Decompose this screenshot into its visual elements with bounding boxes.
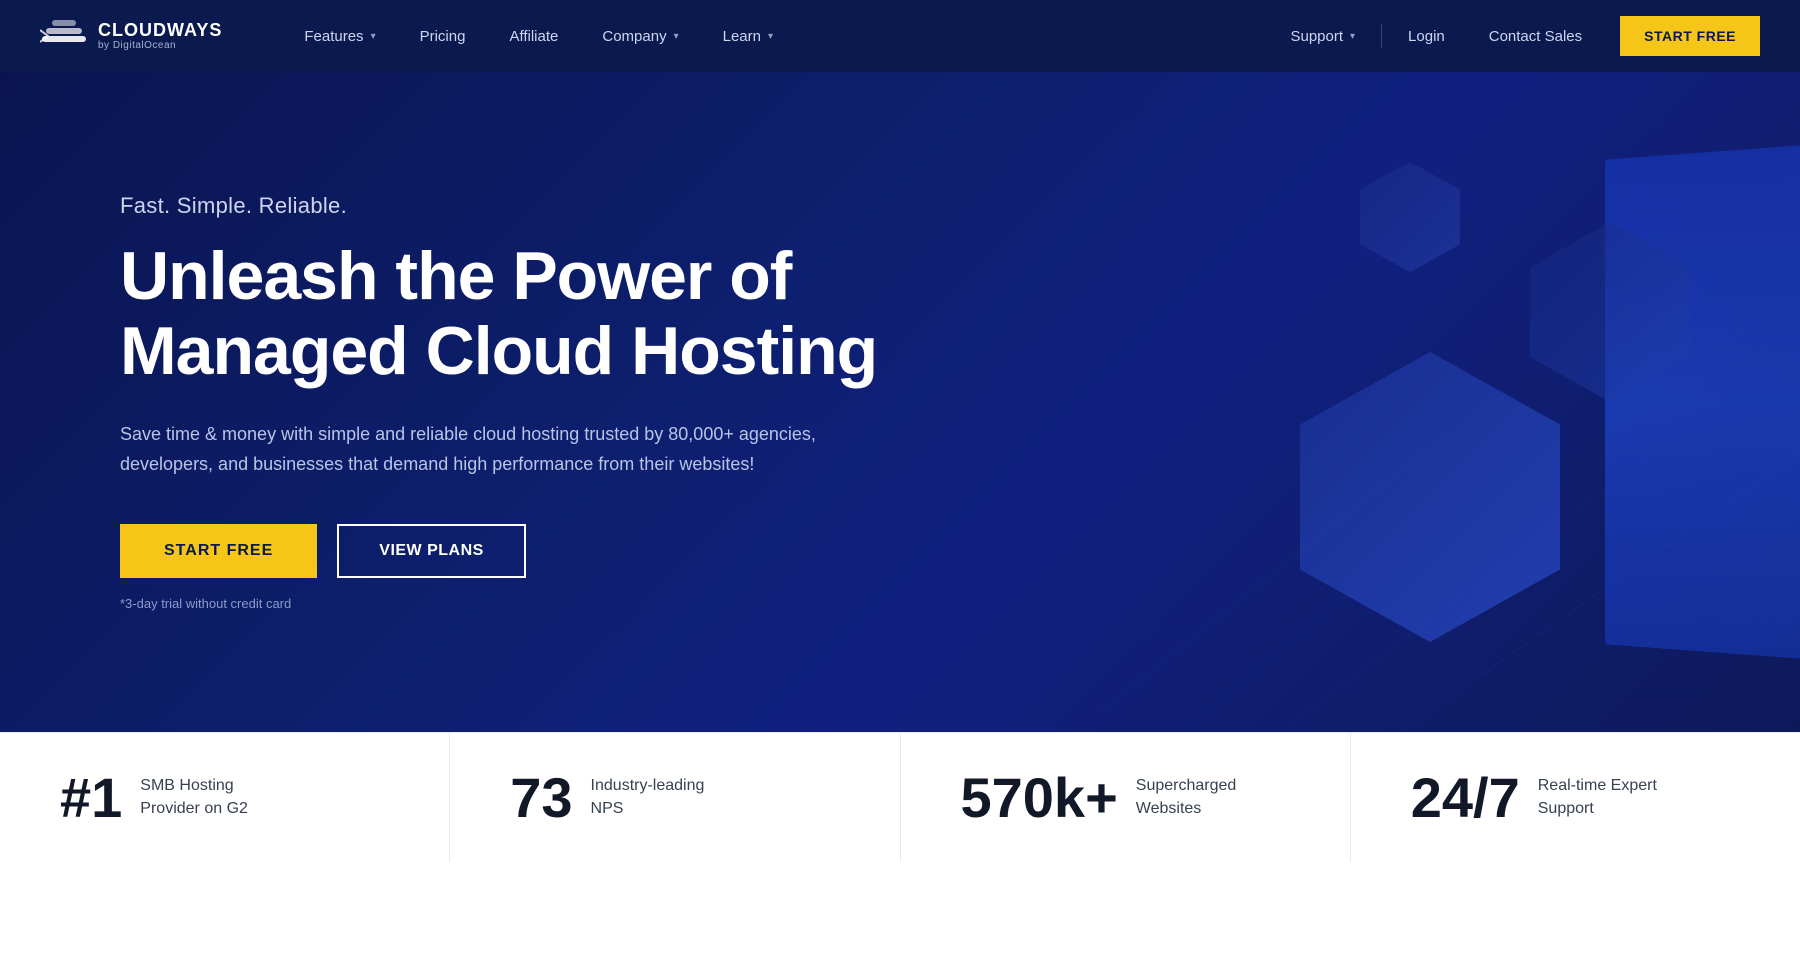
hero-graphic <box>1020 72 1800 732</box>
logo-text: CLOUDWAYS by DigitalOcean <box>98 21 222 52</box>
chevron-down-icon: ▾ <box>1350 31 1355 42</box>
logo[interactable]: CLOUDWAYS by DigitalOcean <box>40 18 222 54</box>
stat-number-1: #1 <box>60 770 122 826</box>
stat-number-3: 570k+ <box>961 770 1118 826</box>
nav-item-contact-sales[interactable]: Contact Sales <box>1467 0 1604 72</box>
brand-subtitle: by DigitalOcean <box>98 40 222 51</box>
stat-label-3: Supercharged Websites <box>1136 775 1266 820</box>
brand-name: CLOUDWAYS <box>98 21 222 41</box>
start-free-nav-button[interactable]: START FREE <box>1620 16 1760 56</box>
stat-item-3: 570k+ Supercharged Websites <box>901 733 1351 862</box>
hero-tagline: Fast. Simple. Reliable. <box>120 193 1020 219</box>
nav-item-features[interactable]: Features ▾ <box>282 0 397 72</box>
hex-shape-large <box>1300 352 1560 642</box>
nav-item-support[interactable]: Support ▾ <box>1268 0 1377 72</box>
hero-content: Fast. Simple. Reliable. Unleash the Powe… <box>120 193 1020 611</box>
hero-buttons: START FREE VIEW PLANS <box>120 524 1020 578</box>
hero-description: Save time & money with simple and reliab… <box>120 419 880 480</box>
hero-title: Unleash the Power of Managed Cloud Hosti… <box>120 239 1020 389</box>
stat-number-4: 24/7 <box>1411 770 1520 826</box>
nav-links: Features ▾ Pricing Affiliate Company ▾ L… <box>282 0 1268 72</box>
stat-item-2: 73 Industry-leading NPS <box>450 733 900 862</box>
nav-item-learn[interactable]: Learn ▾ <box>701 0 795 72</box>
view-plans-button[interactable]: VIEW PLANS <box>337 524 526 578</box>
hex-container <box>1040 102 1740 702</box>
stat-label-1: SMB Hosting Provider on G2 <box>140 775 270 820</box>
nav-right: Support ▾ Login Contact Sales START FREE <box>1268 0 1760 72</box>
nav-item-affiliate[interactable]: Affiliate <box>487 0 580 72</box>
blue-panel <box>1605 144 1800 660</box>
hex-shape-medium <box>1530 222 1690 402</box>
trial-note: *3-day trial without credit card <box>120 596 1020 611</box>
nav-item-pricing[interactable]: Pricing <box>398 0 488 72</box>
grid-lines <box>1100 432 1800 732</box>
nav-item-company[interactable]: Company ▾ <box>580 0 700 72</box>
stat-item-4: 24/7 Real-time Expert Support <box>1351 733 1800 862</box>
nav-divider <box>1381 24 1382 48</box>
stat-label-2: Industry-leading NPS <box>591 775 721 820</box>
stat-number-2: 73 <box>510 770 572 826</box>
chevron-down-icon: ▾ <box>371 31 376 42</box>
logo-icon <box>40 18 88 54</box>
navbar: CLOUDWAYS by DigitalOcean Features ▾ Pri… <box>0 0 1800 72</box>
chevron-down-icon: ▾ <box>674 31 679 42</box>
start-free-button[interactable]: START FREE <box>120 524 317 578</box>
stats-bar: #1 SMB Hosting Provider on G2 73 Industr… <box>0 732 1800 862</box>
nav-item-login[interactable]: Login <box>1386 0 1467 72</box>
stat-item-1: #1 SMB Hosting Provider on G2 <box>0 733 450 862</box>
hero-section: Fast. Simple. Reliable. Unleash the Powe… <box>0 72 1800 732</box>
chevron-down-icon: ▾ <box>768 31 773 42</box>
stat-label-4: Real-time Expert Support <box>1538 775 1668 820</box>
hex-shape-small <box>1360 162 1460 272</box>
